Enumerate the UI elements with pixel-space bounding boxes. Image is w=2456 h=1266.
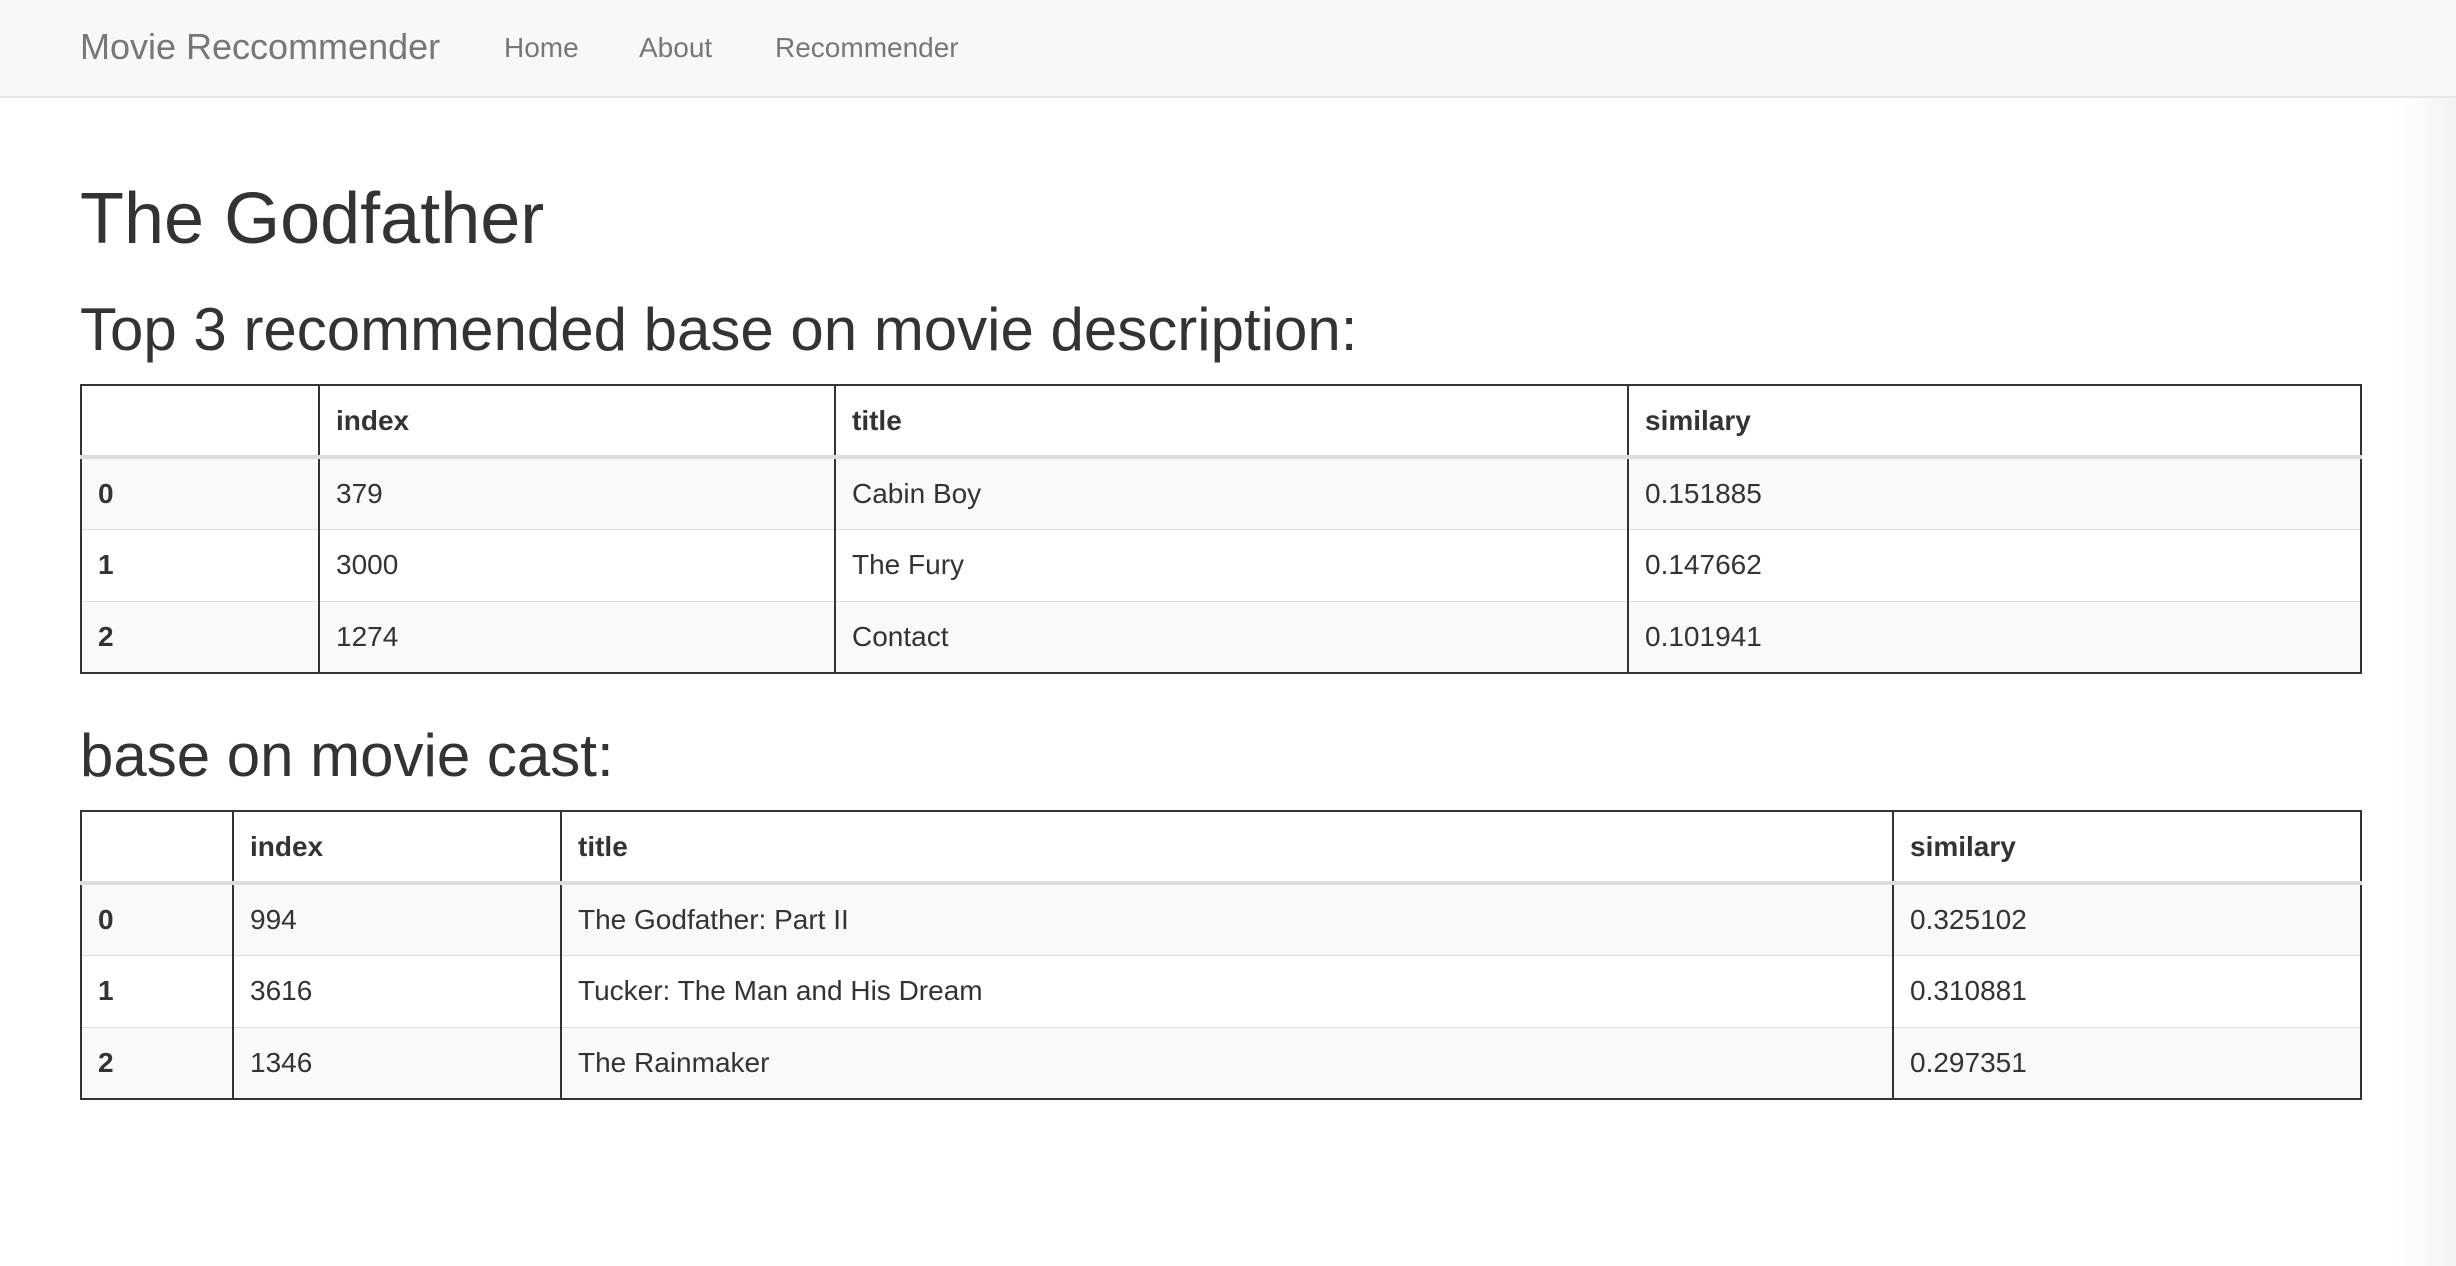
navbar: Movie Reccommender Home About Recommende…: [0, 0, 2456, 98]
row-label: 2: [81, 600, 320, 673]
cell-index: 1346: [233, 1026, 562, 1099]
nav-link-about[interactable]: About: [639, 31, 712, 65]
column-header-index: index: [233, 811, 562, 885]
column-header-similary: similary: [1893, 811, 2361, 885]
cell-index: 3616: [233, 954, 562, 1027]
cast-section-heading: base on movie cast:: [80, 722, 614, 789]
nav-link-home[interactable]: Home: [504, 31, 579, 65]
cell-similary: 0.151885: [1628, 456, 2361, 529]
cell-similary: 0.101941: [1628, 600, 2361, 673]
cell-title: Cabin Boy: [835, 456, 1629, 529]
brand-link[interactable]: Movie Reccommender: [80, 26, 440, 68]
cast-recommendations-table: index title similary 0 994 The Godfather…: [80, 810, 2362, 1100]
column-header-similary: similary: [1628, 385, 2361, 459]
column-header-title: title: [561, 811, 1894, 885]
table-row: 1 3616 Tucker: The Man and His Dream 0.3…: [81, 954, 2361, 1027]
cell-index: 379: [319, 456, 836, 529]
cell-title: The Godfather: Part II: [561, 882, 1894, 955]
table-row: 0 379 Cabin Boy 0.151885: [81, 456, 2361, 529]
nav-link-recommender[interactable]: Recommender: [775, 31, 959, 65]
table-row: 1 3000 The Fury 0.147662: [81, 528, 2361, 601]
cell-similary: 0.310881: [1893, 954, 2361, 1027]
row-label: 0: [81, 456, 320, 529]
window-edge-shadow: [2396, 98, 2456, 1266]
row-label: 0: [81, 882, 234, 955]
row-label: 1: [81, 954, 234, 1027]
cell-similary: 0.325102: [1893, 882, 2361, 955]
description-recommendations-table: index title similary 0 379 Cabin Boy 0.1…: [80, 384, 2362, 674]
cell-similary: 0.147662: [1628, 528, 2361, 601]
table-header-row: index title similary: [81, 811, 2361, 885]
table-row: 0 994 The Godfather: Part II 0.325102: [81, 882, 2361, 955]
cell-index: 1274: [319, 600, 836, 673]
row-label: 2: [81, 1026, 234, 1099]
cell-title: The Fury: [835, 528, 1629, 601]
cell-title: Tucker: The Man and His Dream: [561, 954, 1894, 1027]
column-header-row-label: [81, 385, 320, 459]
cell-index: 3000: [319, 528, 836, 601]
table-row: 2 1346 The Rainmaker 0.297351: [81, 1026, 2361, 1099]
cell-index: 994: [233, 882, 562, 955]
column-header-row-label: [81, 811, 234, 885]
description-section-heading: Top 3 recommended base on movie descript…: [80, 296, 1358, 363]
cell-title: The Rainmaker: [561, 1026, 1894, 1099]
page-title: The Godfather: [80, 179, 545, 259]
table-row: 2 1274 Contact 0.101941: [81, 600, 2361, 673]
column-header-title: title: [835, 385, 1629, 459]
row-label: 1: [81, 528, 320, 601]
table-header-row: index title similary: [81, 385, 2361, 459]
cell-title: Contact: [835, 600, 1629, 673]
cell-similary: 0.297351: [1893, 1026, 2361, 1099]
column-header-index: index: [319, 385, 836, 459]
